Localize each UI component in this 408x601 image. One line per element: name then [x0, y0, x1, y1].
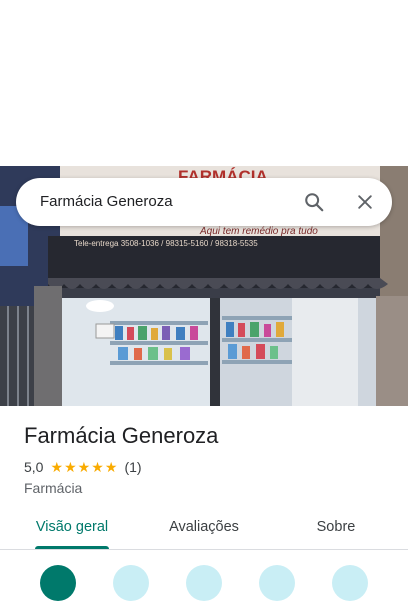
action-button-nearby[interactable]: [259, 565, 295, 601]
star-icon: ★: [77, 459, 91, 475]
close-icon: [358, 195, 372, 209]
star-icon: ★: [91, 459, 104, 475]
search-icon: [305, 193, 324, 212]
clear-button[interactable]: [349, 186, 381, 218]
sign-slogan: Aqui tem remédio pra tudo: [199, 226, 318, 237]
place-tabs: Visão geral Avaliações Sobre: [0, 508, 408, 550]
star-icon: ★: [64, 459, 77, 475]
place-title: Farmácia Generoza: [24, 423, 219, 448]
star-icon: ★: [50, 459, 64, 475]
review-count[interactable]: (1): [124, 459, 141, 475]
action-button-share[interactable]: [332, 565, 368, 601]
star-icon: ★: [104, 459, 118, 475]
place-category: Farmácia: [24, 480, 83, 496]
search-input[interactable]: Farmácia Generoza: [40, 178, 173, 226]
tabs-divider: [0, 549, 408, 550]
search-bar[interactable]: Farmácia Generoza: [16, 178, 392, 226]
tab-about[interactable]: Sobre: [290, 508, 382, 548]
action-button-directions[interactable]: [40, 565, 76, 601]
search-button[interactable]: [298, 186, 330, 218]
action-button-save[interactable]: [186, 565, 222, 601]
rating-value: 5,0: [24, 459, 44, 475]
tab-reviews[interactable]: Avaliações: [152, 508, 256, 548]
star-rating: ★ ★ ★ ★ ★: [50, 460, 118, 474]
sign-phone: Tele-entrega 3508-1036 / 98315-5160 / 98…: [74, 239, 258, 248]
map-blank-area: [0, 0, 408, 166]
action-button-start[interactable]: [113, 565, 149, 601]
tab-overview[interactable]: Visão geral: [20, 508, 124, 548]
rating-row[interactable]: 5,0 ★ ★ ★ ★ ★ (1): [24, 457, 142, 477]
